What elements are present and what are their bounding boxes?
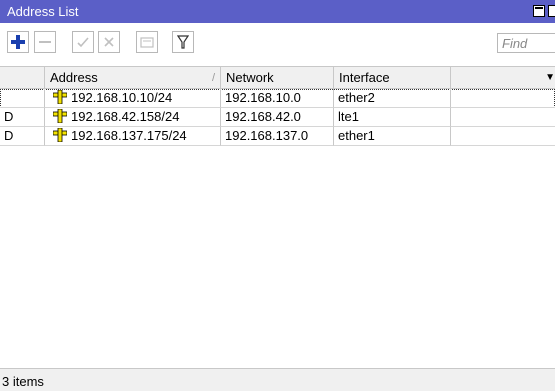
maximize-window-icon[interactable] xyxy=(533,5,545,17)
remove-button[interactable] xyxy=(34,31,56,53)
row-extra xyxy=(451,108,555,127)
column-header-flags[interactable] xyxy=(0,67,45,89)
column-menu-chevron-icon[interactable]: ▼ xyxy=(545,67,555,89)
item-count: 3 items xyxy=(2,374,44,389)
plus-icon xyxy=(11,35,25,49)
row-interface: ether1 xyxy=(334,127,451,146)
row-network: 192.168.10.0 xyxy=(221,89,334,108)
row-address: 192.168.10.10/24 xyxy=(71,90,173,105)
row-address-cell: 192.168.10.10/24 xyxy=(45,89,221,108)
column-header-network[interactable]: Network xyxy=(221,67,334,89)
address-plug-icon xyxy=(53,90,67,104)
table-row[interactable]: 192.168.10.10/24 192.168.10.0 ether2 xyxy=(0,89,555,108)
column-header-interface[interactable]: Interface xyxy=(334,67,451,89)
comment-icon xyxy=(140,37,154,48)
address-plug-icon xyxy=(53,109,67,123)
window-title: Address List xyxy=(7,4,79,19)
row-extra xyxy=(451,127,555,146)
disable-button[interactable] xyxy=(98,31,120,53)
column-header-extra[interactable]: ▼ xyxy=(451,67,555,89)
row-flag: D xyxy=(0,127,45,146)
enable-button[interactable] xyxy=(72,31,94,53)
sort-indicator-icon: / xyxy=(211,72,215,84)
window-titlebar[interactable]: Address List xyxy=(0,0,555,23)
row-flag: D xyxy=(0,108,45,127)
table-header: Address / Network Interface ▼ xyxy=(0,67,555,89)
filter-icon xyxy=(177,35,189,49)
column-header-address-label: Address xyxy=(50,70,98,85)
minus-icon xyxy=(39,41,51,43)
add-button[interactable] xyxy=(7,31,29,53)
column-header-address[interactable]: Address / xyxy=(45,67,221,89)
row-address: 192.168.137.175/24 xyxy=(71,128,187,143)
row-interface: ether2 xyxy=(334,89,451,108)
table-row[interactable]: D 192.168.42.158/24 192.168.42.0 lte1 xyxy=(0,108,555,127)
row-extra xyxy=(451,89,555,108)
row-network: 192.168.137.0 xyxy=(221,127,334,146)
find-input[interactable] xyxy=(497,33,555,53)
close-window-icon[interactable] xyxy=(548,5,555,17)
check-icon xyxy=(77,37,89,48)
row-address-cell: 192.168.42.158/24 xyxy=(45,108,221,127)
address-table: 192.168.10.10/24 192.168.10.0 ether2 D 1… xyxy=(0,89,555,146)
comment-button[interactable] xyxy=(136,31,158,53)
row-interface: lte1 xyxy=(334,108,451,127)
row-network: 192.168.42.0 xyxy=(221,108,334,127)
table-row[interactable]: D 192.168.137.175/24 192.168.137.0 ether… xyxy=(0,127,555,146)
address-plug-icon xyxy=(53,128,67,142)
filter-button[interactable] xyxy=(172,31,194,53)
cross-icon xyxy=(104,37,114,47)
row-address-cell: 192.168.137.175/24 xyxy=(45,127,221,146)
status-bar: 3 items xyxy=(0,368,555,391)
row-flag xyxy=(0,89,45,108)
row-address: 192.168.42.158/24 xyxy=(71,109,180,124)
toolbar xyxy=(0,23,555,67)
